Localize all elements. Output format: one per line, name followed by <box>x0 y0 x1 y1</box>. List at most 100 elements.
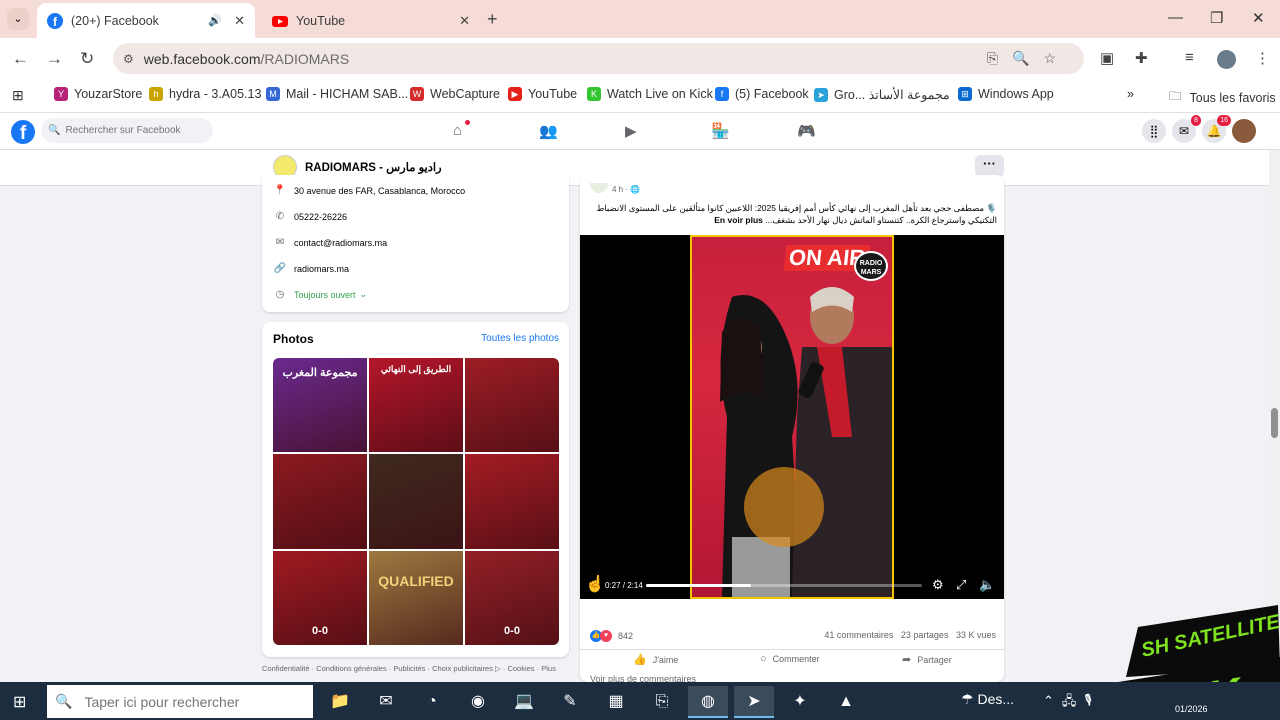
paint-app-icon[interactable]: ✎ <box>550 686 590 718</box>
close-tab-icon[interactable]: ✕ <box>459 13 470 29</box>
bookmark-item[interactable]: f (5) Facebook <box>715 87 809 101</box>
mail-app-icon[interactable]: ✉ <box>366 686 406 718</box>
comment-button[interactable]: ○ Commenter <box>760 653 820 665</box>
facebook-search[interactable]: 🔍 <box>41 118 213 143</box>
fullscreen-icon[interactable]: ⤢ <box>956 577 966 593</box>
address-bar[interactable]: ⚙ web.facebook.com/RADIOMARS ⎘🔍☆ <box>113 43 1084 74</box>
gaming-icon[interactable]: 🎮 <box>797 122 816 140</box>
photo-thumbnail[interactable] <box>369 454 463 549</box>
settings-gear-icon[interactable]: ⚙ <box>932 577 944 593</box>
url-text[interactable]: web.facebook.com/RADIOMARS <box>144 51 349 67</box>
messenger-icon[interactable]: ✉ 8 <box>1172 115 1201 143</box>
laptop-app-icon[interactable]: 💻 <box>504 686 544 718</box>
restore-icon[interactable]: ❐ <box>1210 9 1223 27</box>
email-link[interactable]: contact@radiomars.ma <box>294 238 387 248</box>
photo-thumbnail[interactable]: 0-0 <box>465 550 559 645</box>
all-bookmarks[interactable]: 🗀 Tous les favoris <box>1169 87 1276 108</box>
video-frame: ON AIR RADIO MARS <box>690 235 894 599</box>
video-progress-bar[interactable] <box>646 584 922 587</box>
home-icon[interactable]: ⌂ <box>453 120 470 139</box>
screenshot-extension-icon[interactable]: ▣ <box>1100 49 1114 67</box>
new-tab-icon[interactable]: + <box>487 9 498 30</box>
bookmarks-overflow-icon[interactable]: » <box>1127 87 1134 101</box>
search-input[interactable] <box>65 125 206 136</box>
menu-icon[interactable]: ⋮ <box>1255 49 1270 67</box>
facebook-logo[interactable]: f <box>11 120 35 144</box>
taskbar-search-input[interactable] <box>84 693 305 710</box>
website-row[interactable]: 🔗 radiomars.ma <box>273 263 349 274</box>
menu-grid-icon[interactable]: ⣿ <box>1142 119 1166 143</box>
omnibox-action-icons[interactable]: ⎘🔍☆ <box>987 50 1070 67</box>
minimize-icon[interactable]: — <box>1168 9 1183 26</box>
extensions-icon[interactable]: ✚ <box>1135 49 1148 67</box>
close-window-icon[interactable]: ✕ <box>1252 9 1265 27</box>
chrome-icon[interactable]: ◍ <box>688 686 728 718</box>
forward-icon[interactable]: → <box>46 49 63 69</box>
back-icon[interactable]: ← <box>12 49 29 69</box>
site-info-icon[interactable]: ⚙ <box>123 52 134 66</box>
chevron-down-icon[interactable]: ⌄ <box>360 289 368 300</box>
video-player[interactable]: ON AIR RADIO MARS 0:27 / 2:14 ⚙ ⤢ 🔈 <box>580 235 1004 599</box>
network-app-icon[interactable]: ⎘ <box>642 686 682 718</box>
reactions-summary[interactable]: 👍 ♥ 842 <box>590 630 633 642</box>
photo-thumbnail[interactable] <box>465 454 559 549</box>
windows-start-icon[interactable]: ⊞ <box>13 692 26 712</box>
volume-icon[interactable]: 🔈 <box>979 577 995 593</box>
scrollbar-thumb[interactable] <box>1271 408 1278 438</box>
bookmark-item[interactable]: ⊞ Windows App <box>958 87 1054 101</box>
marketplace-icon[interactable]: 🏪 <box>711 122 730 140</box>
tab-youtube[interactable]: YouTube ✕ <box>262 3 480 38</box>
telegram-icon[interactable]: ➤ <box>734 686 774 718</box>
vlc-icon[interactable]: ▲ <box>826 686 866 718</box>
media-icon[interactable]: ≡ <box>1185 49 1194 66</box>
satellite-app-icon[interactable]: ✦ <box>780 686 820 718</box>
weather-widget[interactable]: ☂ Des... <box>961 691 1014 708</box>
bookmark-item[interactable]: h hydra - 3.A05.13 <box>149 87 261 101</box>
see-more-link[interactable]: En voir plus <box>714 215 763 225</box>
speedometer-app-icon[interactable]: ◔ <box>412 686 452 718</box>
speaker-icon[interactable]: 🔊 <box>208 14 222 27</box>
bookmark-item[interactable]: ➤ Gro... مجموعة الأساتذ <box>814 87 950 102</box>
photo-thumbnail[interactable]: 0-0 <box>273 550 367 645</box>
friends-icon[interactable]: 👥 <box>539 122 558 140</box>
photo-thumbnail[interactable]: الطريق إلى النهائي <box>369 358 463 453</box>
photo-thumbnail[interactable]: QUALIFIED <box>369 550 463 645</box>
bookmark-item[interactable]: W WebCapture <box>410 87 500 101</box>
account-avatar[interactable] <box>1232 119 1256 143</box>
calculator-icon[interactable]: ▦ <box>596 686 636 718</box>
more-options-button[interactable]: ··· <box>975 155 1004 177</box>
website-link[interactable]: radiomars.ma <box>294 264 349 274</box>
photo-thumbnail[interactable]: مجموعة المغرب <box>273 358 367 453</box>
post-timestamp[interactable]: 4 h · 🌐 <box>612 185 640 194</box>
bookmark-item[interactable]: ▶ YouTube <box>508 87 577 101</box>
reload-icon[interactable]: ↻ <box>80 49 94 69</box>
apps-grid-icon[interactable]: ⊞ <box>12 87 24 104</box>
bookmark-item[interactable]: K Watch Live on Kick <box>587 87 713 101</box>
see-all-photos-link[interactable]: Toutes les photos <box>481 333 559 344</box>
tab-facebook[interactable]: f (20+) Facebook 🔊 ✕ <box>37 3 255 38</box>
bookmark-item[interactable]: M Mail - HICHAM SAB... <box>266 87 408 101</box>
profile-avatar[interactable] <box>1217 50 1236 69</box>
system-tray[interactable]: ⌃🖧🎙 <box>1043 692 1100 714</box>
comments-count[interactable]: 41 commentaires <box>824 630 893 640</box>
close-tab-icon[interactable]: ✕ <box>234 13 245 29</box>
hours-text[interactable]: Toujours ouvert <box>294 290 356 300</box>
bookmark-item[interactable]: Y YouzarStore <box>54 87 142 101</box>
footer-links[interactable]: Confidentialité · Conditions générales ·… <box>262 664 556 673</box>
hours-row[interactable]: ◷ Toujours ouvert ⌄ <box>273 289 367 300</box>
page-name[interactable]: RADIOMARS - راديو مارس <box>305 160 442 174</box>
like-button[interactable]: 👍 J'aime <box>633 653 678 666</box>
shares-count[interactable]: 23 partages <box>901 630 949 640</box>
email-row[interactable]: ✉ contact@radiomars.ma <box>273 237 387 248</box>
video-icon[interactable]: ▶ <box>625 122 637 140</box>
post-avatar[interactable] <box>590 183 608 193</box>
taskbar-search[interactable]: 🔍 <box>47 685 313 718</box>
share-button[interactable]: ➦ Partager <box>902 653 952 666</box>
notifications-icon[interactable]: 🔔 16 <box>1202 115 1231 143</box>
photo-thumbnail[interactable] <box>273 454 367 549</box>
tab-search-icon[interactable]: ⌄ <box>7 8 29 30</box>
photo-thumbnail[interactable] <box>465 358 559 453</box>
file-explorer-icon[interactable]: 📁 <box>320 686 360 718</box>
photo-caption: QUALIFIED <box>378 572 454 589</box>
camera-app-icon[interactable]: ◉ <box>458 686 498 718</box>
